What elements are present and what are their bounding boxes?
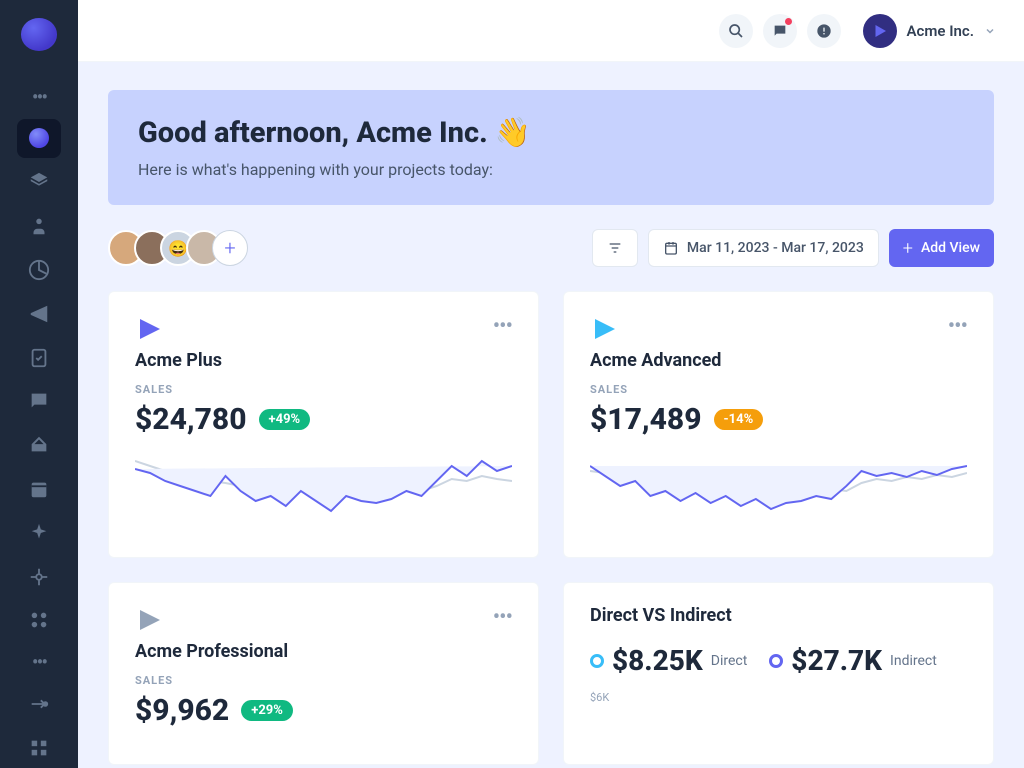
main-area: Acme Inc. Good afternoon, Acme Inc. 👋 He… [78, 0, 1024, 768]
org-avatar [863, 14, 897, 48]
welcome-banner: Good afternoon, Acme Inc. 👋 Here is what… [108, 90, 994, 205]
direct-value: $8.25K [612, 644, 703, 677]
nav-dashboard[interactable] [17, 119, 61, 159]
card-value: $17,489 [590, 402, 702, 437]
nav-layers[interactable] [17, 162, 61, 202]
direct-label: Direct [711, 653, 748, 669]
card-label: SALES [135, 383, 512, 396]
nav-marketing[interactable] [17, 294, 61, 334]
play-icon [871, 22, 889, 40]
alert-icon [816, 23, 832, 39]
card-acme-advanced: ••• Acme Advanced SALES $17,489 -14% [563, 291, 994, 558]
nav-tasks[interactable] [17, 338, 61, 378]
legend-dot-direct [590, 654, 604, 668]
card-menu-button[interactable]: ••• [493, 314, 512, 339]
plus-icon: + [903, 238, 913, 259]
card-acme-professional: ••• Acme Professional SALES $9,962 +29% [108, 582, 539, 765]
card-label: SALES [135, 674, 512, 687]
nav-exit[interactable] [17, 684, 61, 724]
clipboard-icon [28, 347, 50, 369]
topbar: Acme Inc. [78, 0, 1024, 62]
card-title: Acme Advanced [590, 350, 967, 371]
legend-dot-indirect [769, 654, 783, 668]
metric-indirect: $27.7K Indirect [769, 644, 937, 677]
sparkle-icon [28, 522, 50, 544]
user-icon [28, 215, 50, 237]
indirect-value: $27.7K [791, 644, 882, 677]
filter-button[interactable] [592, 229, 638, 267]
nav-section-dots: ••• [32, 79, 46, 115]
exit-icon [28, 693, 50, 715]
brand-icon [590, 314, 620, 344]
add-member-button[interactable]: + [212, 230, 248, 266]
card-title: Acme Professional [135, 641, 512, 662]
inbox-icon [28, 434, 50, 456]
brand-icon [135, 314, 165, 344]
nav-calendar[interactable] [17, 469, 61, 509]
nav-chat[interactable] [17, 381, 61, 421]
node-icon [28, 566, 50, 588]
sidebar: ••• ••• [0, 0, 78, 768]
calendar-icon [28, 478, 50, 500]
pie-icon [28, 259, 50, 281]
search-icon [728, 23, 744, 39]
sparkline-chart [590, 451, 967, 531]
nav-analytics[interactable] [17, 250, 61, 290]
card-acme-plus: ••• Acme Plus SALES $24,780 +49% [108, 291, 539, 558]
chevron-down-icon [984, 25, 996, 37]
nav-component[interactable] [17, 728, 61, 768]
filter-icon [607, 240, 623, 256]
component-icon [28, 737, 50, 759]
nav-node[interactable] [17, 557, 61, 597]
toolbar-actions: Mar 11, 2023 - Mar 17, 2023 + Add View [592, 229, 994, 267]
date-range-text: Mar 11, 2023 - Mar 17, 2023 [687, 240, 864, 256]
layers-icon [28, 171, 50, 193]
card-value: $24,780 [135, 402, 247, 437]
indirect-label: Indirect [890, 653, 937, 669]
dashboard-toolbar: 😄 + Mar 11, 2023 - Mar 17, 2023 + Add Vie… [108, 229, 994, 267]
date-range-picker[interactable]: Mar 11, 2023 - Mar 17, 2023 [648, 229, 879, 267]
content: Good afternoon, Acme Inc. 👋 Here is what… [78, 62, 1024, 768]
card-title: Acme Plus [135, 350, 512, 371]
card-menu-button[interactable]: ••• [948, 314, 967, 339]
nav-inbox[interactable] [17, 425, 61, 465]
avatar-group: 😄 + [108, 230, 248, 266]
metric-direct: $8.25K Direct [590, 644, 747, 677]
nav-sparkle[interactable] [17, 513, 61, 553]
messages-icon [772, 23, 788, 39]
org-name: Acme Inc. [907, 22, 974, 40]
card-grid: ••• Acme Plus SALES $24,780 +49% ••• [108, 291, 994, 765]
welcome-subtitle: Here is what's happening with your proje… [138, 160, 964, 179]
card-menu-button[interactable]: ••• [493, 605, 512, 630]
nav-section-dots-2: ••• [32, 644, 46, 680]
app-logo[interactable] [21, 18, 57, 51]
add-view-label: Add View [921, 240, 980, 256]
chat-icon [28, 390, 50, 412]
sparkline-chart [135, 451, 512, 531]
card-value: $9,962 [135, 693, 229, 728]
nav-users[interactable] [17, 206, 61, 246]
change-badge: +29% [241, 700, 293, 721]
messages-button[interactable] [763, 14, 797, 48]
change-badge: +49% [259, 409, 311, 430]
welcome-title: Good afternoon, Acme Inc. 👋 [138, 116, 964, 150]
axis-label: $6K [590, 691, 967, 704]
card-direct-vs-indirect: Direct VS Indirect $8.25K Direct $27.7K … [563, 582, 994, 765]
brand-icon [135, 605, 165, 635]
grid-icon [28, 609, 50, 631]
alerts-button[interactable] [807, 14, 841, 48]
change-badge: -14% [714, 409, 764, 430]
search-button[interactable] [719, 14, 753, 48]
card-label: SALES [590, 383, 967, 396]
org-switcher[interactable]: Acme Inc. [863, 14, 996, 48]
calendar-icon [663, 240, 679, 256]
nav-apps[interactable] [17, 601, 61, 641]
add-view-button[interactable]: + Add View [889, 229, 994, 267]
megaphone-icon [28, 303, 50, 325]
card-title: Direct VS Indirect [590, 605, 967, 626]
